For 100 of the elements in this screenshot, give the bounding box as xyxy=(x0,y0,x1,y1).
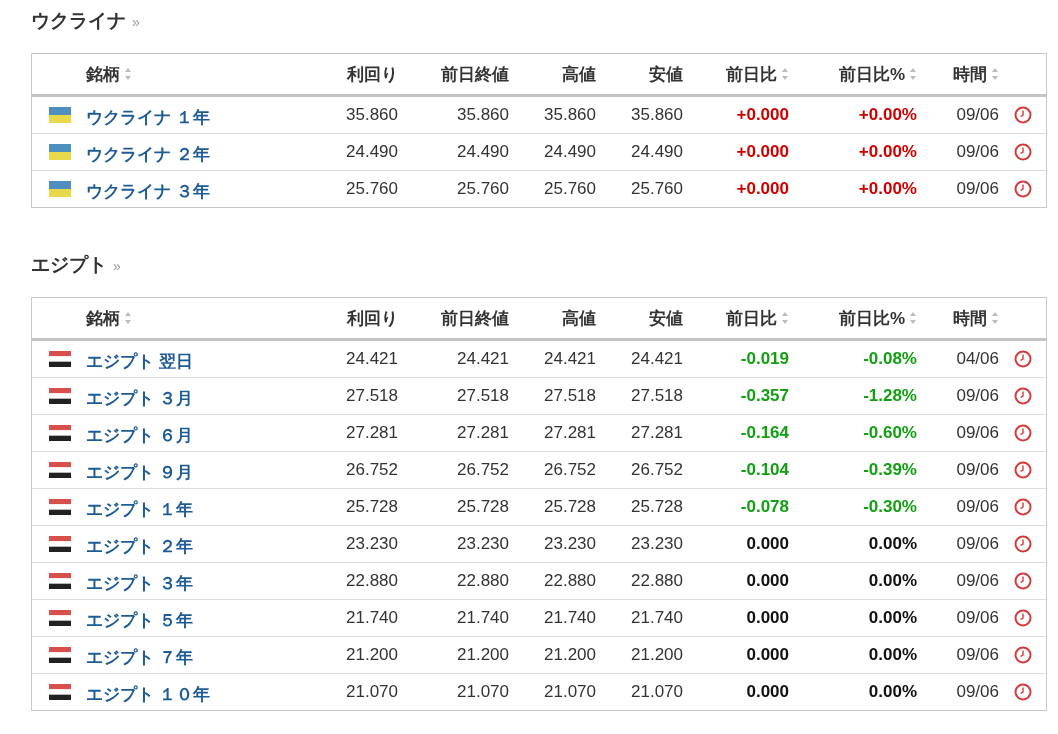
yield-value: 21.070 xyxy=(346,682,398,702)
bond-name-link[interactable]: エジプト ３月 xyxy=(86,382,193,410)
low-value: 21.070 xyxy=(631,682,683,702)
yield-value: 21.200 xyxy=(346,645,398,665)
clock-icon[interactable] xyxy=(1013,609,1032,627)
column-header[interactable]: 前日比 xyxy=(726,62,777,86)
column-header: 利回り xyxy=(347,63,398,86)
clock-icon[interactable] xyxy=(1013,106,1032,124)
time-value: 09/06 xyxy=(956,608,999,628)
column-header: 高値 xyxy=(562,307,596,330)
change-percent-value: -0.60% xyxy=(863,423,917,443)
bond-name-link[interactable]: エジプト １０年 xyxy=(86,678,210,706)
time-value: 09/06 xyxy=(956,645,999,665)
change-percent-value: +0.00% xyxy=(858,179,917,199)
yield-value: 25.760 xyxy=(346,179,398,199)
change-value: -0.078 xyxy=(740,497,789,517)
low-value: 21.740 xyxy=(631,608,683,628)
change-percent-value: 0.00% xyxy=(868,534,917,554)
clock-icon[interactable] xyxy=(1013,572,1032,590)
clock-icon[interactable] xyxy=(1013,498,1032,516)
prev-close-value: 23.230 xyxy=(457,534,509,554)
bond-name-link[interactable]: ウクライナ ２年 xyxy=(86,138,210,166)
high-value: 35.860 xyxy=(544,105,596,125)
low-value: 26.752 xyxy=(631,460,683,480)
high-value: 21.200 xyxy=(544,645,596,665)
clock-icon[interactable] xyxy=(1013,387,1032,405)
column-header: 安値 xyxy=(649,63,683,86)
section-title: ウクライナ xyxy=(31,9,126,33)
change-value: -0.164 xyxy=(740,423,789,443)
clock-icon[interactable] xyxy=(1013,535,1032,553)
time-value: 09/06 xyxy=(956,534,999,554)
column-header: 高値 xyxy=(562,63,596,86)
column-header[interactable]: 前日比% xyxy=(838,62,905,86)
prev-close-value: 21.200 xyxy=(457,645,509,665)
column-header[interactable]: 前日比 xyxy=(726,306,777,330)
column-header[interactable]: 前日比% xyxy=(838,306,905,330)
bond-name-link[interactable]: エジプト ５年 xyxy=(86,604,193,632)
bond-name-link[interactable]: エジプト 翌日 xyxy=(86,345,193,373)
low-value: 25.760 xyxy=(631,179,683,199)
change-percent-value: 0.00% xyxy=(868,608,917,628)
change-value: -0.019 xyxy=(740,349,789,369)
time-value: 09/06 xyxy=(956,571,999,591)
clock-icon[interactable] xyxy=(1013,646,1032,664)
yield-value: 24.421 xyxy=(346,349,398,369)
clock-icon[interactable] xyxy=(1013,461,1032,479)
change-percent-value: -0.30% xyxy=(863,497,917,517)
column-header[interactable]: 銘柄 xyxy=(86,306,120,330)
clock-icon[interactable] xyxy=(1013,424,1032,442)
high-value: 22.880 xyxy=(544,571,596,591)
yield-value: 21.740 xyxy=(346,608,398,628)
low-value: 27.281 xyxy=(631,423,683,443)
time-value: 09/06 xyxy=(956,105,999,125)
change-percent-value: -0.39% xyxy=(863,460,917,480)
change-percent-value: -1.28% xyxy=(863,386,917,406)
time-value: 09/06 xyxy=(956,497,999,517)
yield-value: 27.281 xyxy=(346,423,398,443)
column-header: 利回り xyxy=(347,307,398,330)
high-value: 24.490 xyxy=(544,142,596,162)
change-value: +0.000 xyxy=(736,142,789,162)
low-value: 24.421 xyxy=(631,349,683,369)
column-header: 前日終値 xyxy=(441,63,509,86)
prev-close-value: 27.518 xyxy=(457,386,509,406)
column-header: 安値 xyxy=(649,307,683,330)
yield-value: 24.490 xyxy=(346,142,398,162)
high-value: 27.518 xyxy=(544,386,596,406)
bond-name-link[interactable]: エジプト １年 xyxy=(86,493,193,521)
column-header[interactable]: 時間 xyxy=(953,306,987,330)
change-percent-value: 0.00% xyxy=(868,571,917,591)
prev-close-value: 24.490 xyxy=(457,142,509,162)
prev-close-value: 22.880 xyxy=(457,571,509,591)
bond-name-link[interactable]: エジプト ６月 xyxy=(86,419,193,447)
change-value: 0.000 xyxy=(746,608,789,628)
column-header[interactable]: 時間 xyxy=(953,62,987,86)
prev-close-value: 27.281 xyxy=(457,423,509,443)
clock-icon[interactable] xyxy=(1013,350,1032,368)
clock-icon[interactable] xyxy=(1013,180,1032,198)
change-value: 0.000 xyxy=(746,534,789,554)
bond-name-link[interactable]: エジプト ２年 xyxy=(86,530,193,558)
time-value: 04/06 xyxy=(956,349,999,369)
time-value: 09/06 xyxy=(956,460,999,480)
prev-close-value: 35.860 xyxy=(457,105,509,125)
section-title: エジプト xyxy=(31,253,107,277)
yield-value: 25.728 xyxy=(346,497,398,517)
change-value: 0.000 xyxy=(746,682,789,702)
clock-icon[interactable] xyxy=(1013,683,1032,701)
prev-close-value: 25.760 xyxy=(457,179,509,199)
bond-name-link[interactable]: エジプト ７年 xyxy=(86,641,193,669)
clock-icon[interactable] xyxy=(1013,143,1032,161)
yield-value: 26.752 xyxy=(346,460,398,480)
bond-name-link[interactable]: エジプト ３年 xyxy=(86,567,193,595)
low-value: 27.518 xyxy=(631,386,683,406)
yield-value: 23.230 xyxy=(346,534,398,554)
low-value: 22.880 xyxy=(631,571,683,591)
bond-name-link[interactable]: ウクライナ １年 xyxy=(86,101,210,129)
bond-name-link[interactable]: エジプト ９月 xyxy=(86,456,193,484)
high-value: 25.760 xyxy=(544,179,596,199)
prev-close-value: 25.728 xyxy=(457,497,509,517)
bond-name-link[interactable]: ウクライナ ３年 xyxy=(86,175,210,203)
column-header[interactable]: 銘柄 xyxy=(86,62,120,86)
prev-close-value: 21.740 xyxy=(457,608,509,628)
